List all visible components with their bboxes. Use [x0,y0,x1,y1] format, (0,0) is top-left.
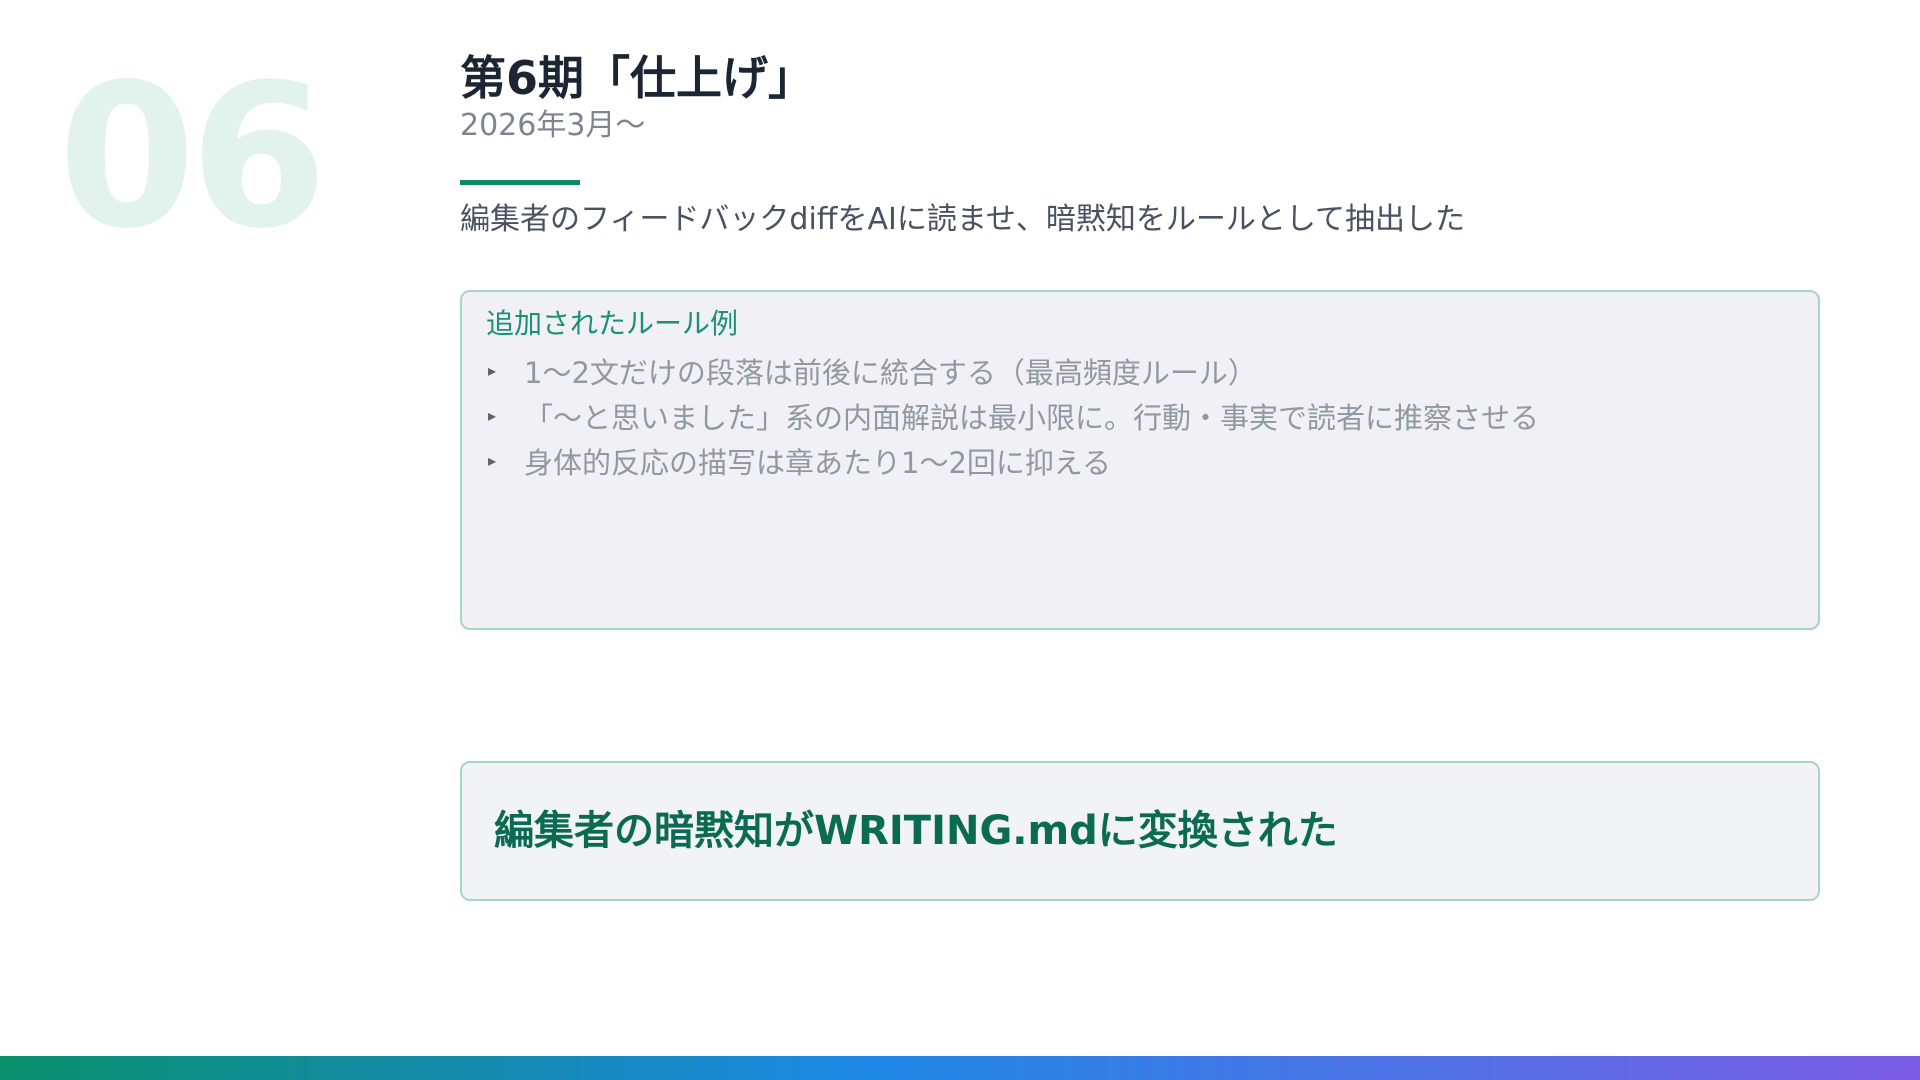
rule-text: 身体的反応の描写は章あたり1〜2回に抑える [524,445,1112,480]
rule-text: 「〜と思いました」系の内面解説は最小限に。行動・事実で読者に推察させる [524,400,1540,435]
list-item: ▸ 「〜と思いました」系の内面解説は最小限に。行動・事実で読者に推察させる [488,393,1539,438]
footer-gradient-bar [0,1056,1920,1080]
triangle-bullet-icon: ▸ [488,361,497,380]
conclusion-box: 編集者の暗黙知がWRITING.mdに変換された [460,761,1820,901]
section-number: 06 [58,41,328,272]
page-title: 第6期「仕上げ」 [460,51,815,105]
rules-list: ▸ 1〜2文だけの段落は前後に統合する（最高頻度ルール） ▸ 「〜と思いました」… [488,348,1539,483]
list-item: ▸ 1〜2文だけの段落は前後に統合する（最高頻度ルール） [488,348,1539,393]
rules-heading: 追加されたルール例 [486,307,739,340]
rules-example-box: 追加されたルール例 ▸ 1〜2文だけの段落は前後に統合する（最高頻度ルール） ▸… [460,290,1820,630]
triangle-bullet-icon: ▸ [488,406,497,425]
accent-divider [460,180,580,185]
section-date: 2026年3月〜 [460,108,646,143]
rule-text: 1〜2文だけの段落は前後に統合する（最高頻度ルール） [524,355,1257,390]
list-item: ▸ 身体的反応の描写は章あたり1〜2回に抑える [488,438,1539,483]
section-subtitle: 編集者のフィードバックdiffをAIに読ませ、暗黙知をルールとして抽出した [460,202,1466,237]
conclusion-text: 編集者の暗黙知がWRITING.mdに変換された [494,808,1338,854]
triangle-bullet-icon: ▸ [488,451,497,470]
